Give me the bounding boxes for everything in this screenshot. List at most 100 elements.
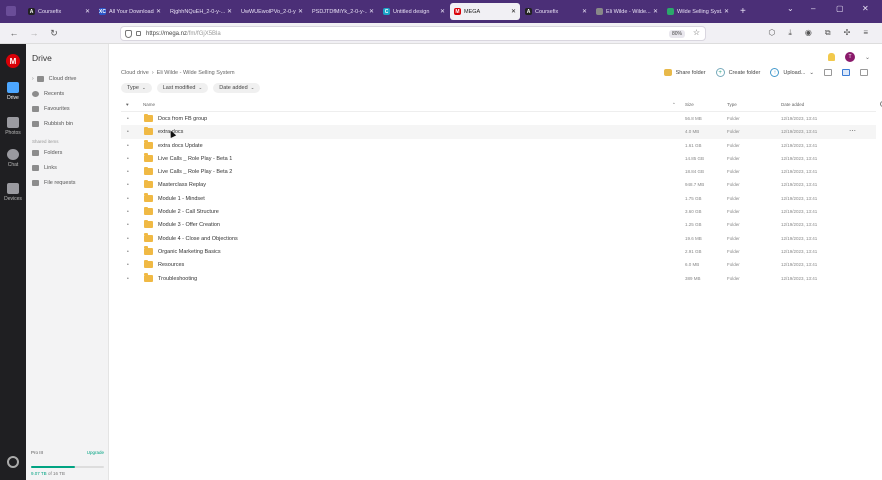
- reload-icon[interactable]: ↻: [48, 28, 60, 39]
- tab-close-icon[interactable]: ✕: [440, 8, 445, 15]
- lock-icon[interactable]: [136, 31, 141, 36]
- file-name[interactable]: Masterclass Replay: [158, 182, 206, 188]
- filter-type[interactable]: Type ⌄: [121, 83, 152, 93]
- table-row[interactable]: • Live Calls _ Role Play - Beta 1 14.85 GB…: [121, 152, 876, 165]
- file-name[interactable]: Resources: [158, 262, 184, 268]
- expand-dot-icon[interactable]: •: [127, 222, 129, 228]
- table-row[interactable]: • Module 4 - Close and Objections 19.6 MB F…: [121, 232, 876, 245]
- browser-tab[interactable]: PSDJTDfMiYk_2-0-y-... ✕: [308, 3, 378, 20]
- browser-tab[interactable]: A Coursefix ✕: [24, 3, 94, 20]
- breadcrumb-cloud-drive[interactable]: Cloud drive: [121, 70, 149, 76]
- browser-menu-icon[interactable]: [6, 6, 16, 16]
- browser-tab[interactable]: C Untitled design ✕: [379, 3, 449, 20]
- back-icon[interactable]: ←: [8, 28, 20, 38]
- table-row[interactable]: • extra docs 4.0 MB Folder 12/19/2023, 13:41…: [121, 125, 876, 139]
- tab-close-icon[interactable]: ✕: [85, 8, 90, 15]
- filter-date-added[interactable]: Date added ⌄: [213, 83, 261, 93]
- favourite-column-heart-icon[interactable]: ♥: [126, 102, 129, 107]
- table-row[interactable]: • Module 3 - Offer Creation 1.25 GB Folder 1…: [121, 218, 876, 231]
- list-view-icon[interactable]: [842, 69, 850, 76]
- share-folder-button[interactable]: Share folder: [663, 69, 706, 76]
- transfers-icon[interactable]: [7, 456, 19, 468]
- sidebar-item-cloud-drive[interactable]: › Cloud drive: [32, 76, 77, 82]
- file-name[interactable]: Module 1 - Mindset: [158, 196, 205, 202]
- sidebar-item-folders[interactable]: Folders: [32, 150, 62, 156]
- minimize-icon[interactable]: –: [811, 4, 815, 13]
- media-view-icon[interactable]: [860, 69, 868, 76]
- rail-item-drive[interactable]: Drive: [0, 82, 26, 101]
- upgrade-link[interactable]: Upgrade: [87, 450, 104, 463]
- file-name[interactable]: Live Calls _ Role Play - Beta 1: [158, 156, 232, 162]
- account-chevron-icon[interactable]: ⌄: [865, 54, 870, 61]
- avatar[interactable]: T: [844, 52, 855, 62]
- expand-dot-icon[interactable]: •: [127, 209, 129, 215]
- table-row[interactable]: • Organic Marketing Basics 2.91 GB Folder 12…: [121, 245, 876, 258]
- browser-tab[interactable]: A Coursefix ✕: [521, 3, 591, 20]
- filter-last-modified[interactable]: Last modified ⌄: [156, 83, 209, 93]
- tab-close-icon[interactable]: ✕: [511, 8, 516, 15]
- breadcrumb-current-folder[interactable]: Eli Wilde - Wilde Selling System: [157, 70, 235, 76]
- expand-dot-icon[interactable]: •: [127, 143, 129, 149]
- sort-arrow-icon[interactable]: ⌃: [672, 102, 676, 108]
- file-name[interactable]: Troubleshooting: [158, 276, 197, 282]
- tab-close-icon[interactable]: ✕: [298, 8, 303, 15]
- browser-tab[interactable]: RjghhNQuEH_2-0-y-... ✕: [166, 3, 236, 20]
- download-icon[interactable]: ⤓: [788, 28, 792, 38]
- file-name[interactable]: Module 3 - Offer Creation: [158, 222, 220, 228]
- file-name[interactable]: Organic Marketing Basics: [158, 249, 221, 255]
- tab-close-icon[interactable]: ✕: [227, 8, 232, 15]
- tab-close-icon[interactable]: ✕: [369, 8, 374, 15]
- more-options-icon[interactable]: ⋯: [849, 127, 856, 135]
- rail-item-devices[interactable]: Devices: [0, 183, 26, 202]
- browser-tab[interactable]: M MEGA ✕: [450, 3, 520, 20]
- tab-close-icon[interactable]: ✕: [156, 8, 161, 15]
- sidebar-item-links[interactable]: Links: [32, 165, 57, 171]
- forward-icon[interactable]: →: [28, 28, 40, 38]
- bookmark-star-icon[interactable]: ☆: [693, 28, 700, 37]
- expand-dot-icon[interactable]: •: [127, 129, 129, 135]
- account-icon[interactable]: ◉: [805, 28, 812, 38]
- table-row[interactable]: • Module 1 - Mindset 1.75 GB Folder 12/19/20…: [121, 192, 876, 205]
- rail-item-chat[interactable]: Chat: [0, 149, 26, 168]
- tab-close-icon[interactable]: ✕: [582, 8, 587, 15]
- sidebar-item-recents[interactable]: Recents: [32, 91, 64, 97]
- shield-icon[interactable]: [125, 29, 132, 38]
- expand-dot-icon[interactable]: •: [127, 276, 129, 282]
- table-row[interactable]: • Module 2 - Call Structure 3.60 GB Folder 1…: [121, 205, 876, 218]
- restore-icon[interactable]: ▢: [836, 4, 844, 13]
- expand-dot-icon[interactable]: •: [127, 196, 129, 202]
- table-row[interactable]: • Docs from FB group 56.8 MB Folder 12/19/20…: [121, 112, 876, 125]
- create-folder-button[interactable]: + Create folder: [715, 68, 760, 77]
- table-row[interactable]: • Resources 6.0 MB Folder 12/19/2023, 13:41: [121, 258, 876, 271]
- grid-view-icon[interactable]: [824, 69, 832, 76]
- chevron-right-icon[interactable]: ›: [32, 76, 34, 82]
- expand-dot-icon[interactable]: •: [127, 249, 129, 255]
- browser-tab[interactable]: XC All Your Downloads ✕: [95, 3, 165, 20]
- zoom-badge[interactable]: 80%: [668, 30, 685, 38]
- new-tab-icon[interactable]: +: [740, 6, 746, 17]
- rail-item-photos[interactable]: Photos: [0, 117, 26, 136]
- extensions-puzzle-icon[interactable]: ✣: [844, 28, 851, 38]
- column-name[interactable]: Name: [143, 102, 155, 107]
- sidebar-item-favourites[interactable]: Favourites: [32, 106, 70, 112]
- expand-dot-icon[interactable]: •: [127, 156, 129, 162]
- browser-tab[interactable]: Wilde Selling Syst... ✕: [663, 3, 733, 20]
- column-date-added[interactable]: Date added: [781, 102, 804, 107]
- file-name[interactable]: extra docs Update: [158, 143, 203, 149]
- table-row[interactable]: • extra docs Update 1.61 GB Folder 12/19/202…: [121, 139, 876, 152]
- table-row[interactable]: • Troubleshooting 389 MB Folder 12/19/2023, …: [121, 272, 876, 285]
- address-bar[interactable]: https://mega.nz/fm/fGjX5Bla 80% ☆: [120, 26, 706, 41]
- table-row[interactable]: • Live Calls _ Role Play - Beta 2 18.84 GB…: [121, 165, 876, 178]
- mega-logo[interactable]: M: [6, 54, 20, 68]
- table-row[interactable]: • Masterclass Replay 948.7 MB Folder 12/19/2…: [121, 178, 876, 191]
- expand-dot-icon[interactable]: •: [127, 262, 129, 268]
- browser-tab[interactable]: UwWUEwolPVo_2-0-y-...✕: [237, 3, 307, 20]
- file-name[interactable]: Docs from FB group: [158, 116, 207, 122]
- file-name[interactable]: Module 4 - Close and Objections: [158, 236, 238, 242]
- notification-bell-icon[interactable]: [827, 53, 835, 61]
- browser-tab[interactable]: Eli Wilde - Wilde... ✕: [592, 3, 662, 20]
- expand-dot-icon[interactable]: •: [127, 182, 129, 188]
- expand-dot-icon[interactable]: •: [127, 236, 129, 242]
- url-text[interactable]: https://mega.nz/fm/fGjX5Bla: [146, 31, 221, 37]
- sidebar-item-rubbish-bin[interactable]: Rubbish bin: [32, 121, 73, 127]
